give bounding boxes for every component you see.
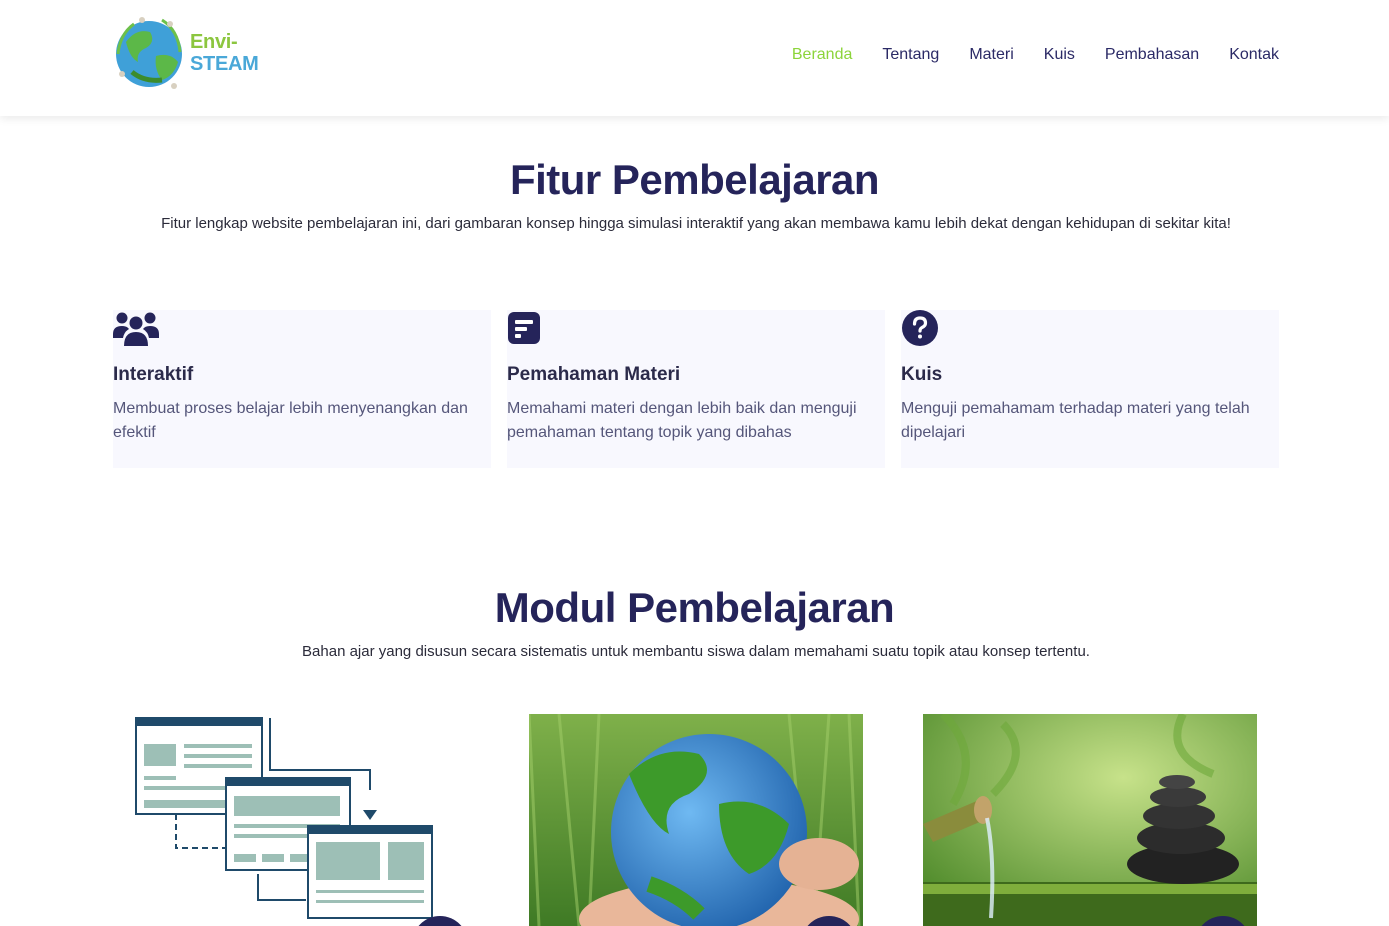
module-card-3[interactable] xyxy=(923,714,1257,926)
logo-wordmark: Envi- STEAM xyxy=(190,31,259,75)
earth-in-hand-photo xyxy=(529,714,863,926)
document-icon xyxy=(508,312,540,344)
logo-line-1: Envi- xyxy=(190,31,238,53)
question-circle-icon xyxy=(902,310,938,346)
module-card-2[interactable] xyxy=(529,714,863,926)
feature-desc: Menguji pemahamam terhadap materi yang t… xyxy=(901,400,1250,441)
site-header: Envi- STEAM Beranda Tentang Materi Kuis … xyxy=(0,0,1389,116)
features-title: Fitur Pembelajaran xyxy=(509,156,880,203)
bamboo-zen-stones-photo xyxy=(923,714,1257,926)
modules-title: Modul Pembelajaran xyxy=(494,584,895,631)
feature-card-kuis: Kuis Menguji pemahamam terhadap materi y… xyxy=(901,310,1279,468)
nav-materi[interactable]: Materi xyxy=(969,46,1013,64)
features-subtitle: Fitur lengkap website pembelajaran ini, … xyxy=(161,215,1231,232)
users-icon xyxy=(113,312,159,346)
feature-title: Pemahaman Materi xyxy=(507,364,681,385)
feature-desc: Membuat proses belajar lebih menyenangka… xyxy=(113,400,468,441)
site-logo[interactable]: Envi- STEAM xyxy=(112,12,259,94)
wireframe-pages-illustration xyxy=(130,714,464,926)
main-nav: Beranda Tentang Materi Kuis Pembahasan K… xyxy=(792,46,1279,64)
feature-title: Interaktif xyxy=(113,364,194,385)
feature-card-interaktif: Interaktif Membuat proses belajar lebih … xyxy=(113,310,491,468)
feature-title: Kuis xyxy=(901,364,943,385)
globe-logo-icon xyxy=(116,17,182,89)
nav-tentang[interactable]: Tentang xyxy=(882,46,939,64)
nav-kuis[interactable]: Kuis xyxy=(1044,46,1075,64)
nav-kontak[interactable]: Kontak xyxy=(1229,46,1279,64)
feature-card-pemahaman-materi: Pemahaman Materi Memahami materi dengan … xyxy=(507,310,885,468)
nav-beranda[interactable]: Beranda xyxy=(792,46,853,64)
module-card-1[interactable] xyxy=(130,714,464,926)
nav-pembahasan[interactable]: Pembahasan xyxy=(1105,46,1199,64)
feature-desc: Memahami materi dengan lebih baik dan me… xyxy=(507,400,857,441)
logo-line-2: STEAM xyxy=(190,53,259,75)
modules-subtitle: Bahan ajar yang disusun secara sistemati… xyxy=(302,643,1090,660)
